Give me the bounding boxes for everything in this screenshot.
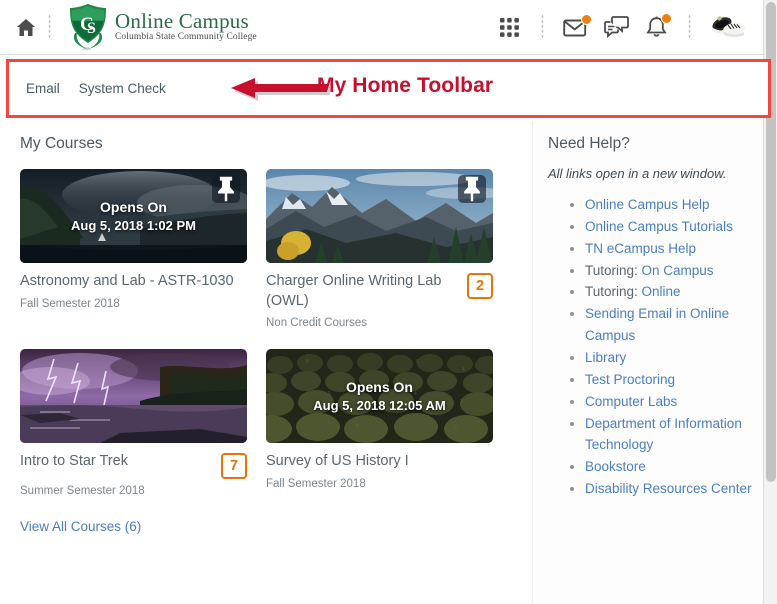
my-home-toolbar-highlight: Email System Check My Home Toolbar bbox=[6, 59, 771, 118]
course-term: Non Credit Courses bbox=[266, 317, 367, 330]
help-link-list: Online Campus Help Online Campus Tutoria… bbox=[548, 194, 763, 500]
waffle-grid-icon bbox=[499, 17, 519, 37]
course-term: Summer Semester 2018 bbox=[20, 485, 145, 498]
course-card: Charger Online Writing Lab (OWL) 2 Non C… bbox=[266, 169, 493, 329]
list-item: Library bbox=[585, 347, 763, 369]
waffle-grid-button[interactable] bbox=[489, 9, 529, 45]
need-help-panel: Need Help? All links open in a new windo… bbox=[532, 121, 763, 604]
user-profile-sneakers-photo bbox=[709, 12, 745, 42]
course-card-overlay: Opens On Aug 5, 2018 12:05 AM bbox=[266, 349, 493, 443]
home-icon bbox=[17, 18, 35, 36]
avatar[interactable] bbox=[709, 12, 745, 42]
course-title[interactable]: Intro to Star Trek bbox=[20, 452, 213, 472]
course-opens-date: Aug 5, 2018 12:05 AM bbox=[313, 397, 446, 413]
brand-title: Online Campus bbox=[115, 9, 249, 34]
nav-divider-mid bbox=[541, 14, 544, 40]
pin-course-button[interactable] bbox=[212, 175, 240, 203]
course-term: Fall Semester 2018 bbox=[266, 477, 366, 490]
chat-button[interactable] bbox=[596, 9, 636, 45]
course-term: Fall Semester 2018 bbox=[20, 297, 120, 310]
course-card-image[interactable] bbox=[266, 169, 493, 263]
help-link[interactable]: Online Campus Tutorials bbox=[585, 219, 733, 234]
help-link[interactable]: TN eCampus Help bbox=[585, 241, 696, 256]
course-title-row: Intro to Star Trek 7 bbox=[20, 452, 247, 480]
top-nav-actions bbox=[489, 9, 763, 45]
list-item: Online Campus Help bbox=[585, 194, 763, 216]
course-title[interactable]: Astronomy and Lab - ASTR-1030 bbox=[20, 272, 247, 292]
svg-text:S: S bbox=[87, 20, 96, 37]
course-card: Intro to Star Trek 7 Summer Semester 201… bbox=[20, 349, 247, 497]
course-card: 554 543 43 Opens On Aug 5, 2018 12:05 AM bbox=[266, 349, 493, 497]
course-card-grid: Opens On Aug 5, 2018 1:02 PM Astronomy a… bbox=[20, 169, 532, 517]
course-card: Opens On Aug 5, 2018 1:02 PM Astronomy a… bbox=[20, 169, 247, 329]
course-card-image[interactable] bbox=[20, 349, 247, 444]
list-item: Bookstore bbox=[585, 456, 763, 478]
help-link[interactable]: Computer Labs bbox=[585, 394, 677, 409]
course-card-image[interactable]: Opens On Aug 5, 2018 1:02 PM bbox=[20, 169, 247, 263]
list-item: Computer Labs bbox=[585, 391, 763, 413]
pushpin-icon bbox=[218, 176, 234, 202]
course-opens-date: Aug 5, 2018 1:02 PM bbox=[71, 217, 196, 233]
course-title-row: Astronomy and Lab - ASTR-1030 bbox=[20, 272, 247, 292]
annotation-label: My Home Toolbar bbox=[317, 74, 494, 97]
pushpin-icon bbox=[464, 176, 480, 202]
list-item: Online Campus Tutorials bbox=[585, 216, 763, 238]
need-help-title: Need Help? bbox=[548, 135, 630, 152]
course-card-image[interactable]: 554 543 43 Opens On Aug 5, 2018 12:05 AM bbox=[266, 349, 493, 444]
brand-logo[interactable]: C S 1966 Online Campus Columbia State Co… bbox=[66, 3, 257, 51]
need-help-note: All links open in a new window. bbox=[548, 166, 727, 181]
page-title: My Courses bbox=[20, 135, 103, 152]
page-body: My Courses Opens On Aug 5, 2018 1:02 PM … bbox=[0, 121, 763, 604]
course-opens-label: Opens On bbox=[100, 198, 167, 215]
list-item: Test Proctoring bbox=[585, 369, 763, 391]
notifications-badge bbox=[661, 13, 672, 24]
list-item: Sending Email in Online Campus bbox=[585, 303, 763, 347]
list-item: TN eCampus Help bbox=[585, 238, 763, 260]
nav-divider-right bbox=[688, 14, 691, 40]
my-courses-panel: My Courses Opens On Aug 5, 2018 1:02 PM … bbox=[0, 121, 532, 604]
help-link-prefix: Tutoring: bbox=[585, 284, 642, 300]
help-link[interactable]: Library bbox=[585, 350, 626, 365]
purple-lightning-storm-photo bbox=[20, 349, 247, 444]
home-button[interactable] bbox=[0, 18, 36, 37]
messages-button[interactable] bbox=[556, 9, 596, 45]
course-notification-count[interactable]: 2 bbox=[467, 273, 493, 299]
nav-divider-left bbox=[48, 14, 51, 40]
page-root: C S 1966 Online Campus Columbia State Co… bbox=[0, 0, 777, 604]
messages-notification-badge bbox=[581, 14, 592, 25]
list-item: Tutoring: On Campus bbox=[585, 260, 763, 282]
course-opens-label: Opens On bbox=[346, 378, 413, 395]
help-link[interactable]: Sending Email in Online Campus bbox=[585, 306, 729, 343]
annotation-arrow-icon bbox=[231, 78, 330, 101]
help-link[interactable]: Bookstore bbox=[585, 459, 646, 474]
help-link[interactable]: Department of Information Technology bbox=[585, 416, 742, 453]
help-link[interactable]: Online Campus Help bbox=[585, 197, 710, 212]
list-item: Disability Resources Center bbox=[585, 478, 763, 500]
help-link[interactable]: Disability Resources Center bbox=[585, 481, 752, 496]
toolbar-link-system-check[interactable]: System Check bbox=[79, 81, 166, 96]
course-title[interactable]: Survey of US History I bbox=[266, 452, 493, 472]
toolbar-link-email[interactable]: Email bbox=[26, 81, 60, 96]
svg-text:1966: 1966 bbox=[82, 46, 90, 51]
chat-bubbles-icon bbox=[603, 16, 629, 38]
columbia-state-shield-logo: C S 1966 bbox=[70, 4, 106, 51]
notifications-button[interactable] bbox=[636, 9, 676, 45]
view-all-courses-link[interactable]: View All Courses (6) bbox=[20, 519, 141, 534]
top-navigation-bar: C S 1966 Online Campus Columbia State Co… bbox=[0, 0, 763, 55]
brand-subtitle: Columbia State Community College bbox=[115, 32, 257, 43]
course-notification-count[interactable]: 7 bbox=[221, 453, 247, 480]
pin-course-button[interactable] bbox=[458, 175, 486, 203]
course-title-row: Charger Online Writing Lab (OWL) 2 bbox=[266, 272, 493, 311]
help-link[interactable]: On Campus bbox=[642, 263, 714, 278]
help-link[interactable]: Test Proctoring bbox=[585, 372, 675, 387]
help-link[interactable]: Online bbox=[642, 284, 681, 299]
list-item: Department of Information Technology bbox=[585, 413, 763, 457]
course-title-row: Survey of US History I bbox=[266, 452, 493, 472]
list-item: Tutoring: Online bbox=[585, 281, 763, 303]
help-link-prefix: Tutoring: bbox=[585, 262, 642, 278]
course-title[interactable]: Charger Online Writing Lab (OWL) bbox=[266, 272, 459, 311]
